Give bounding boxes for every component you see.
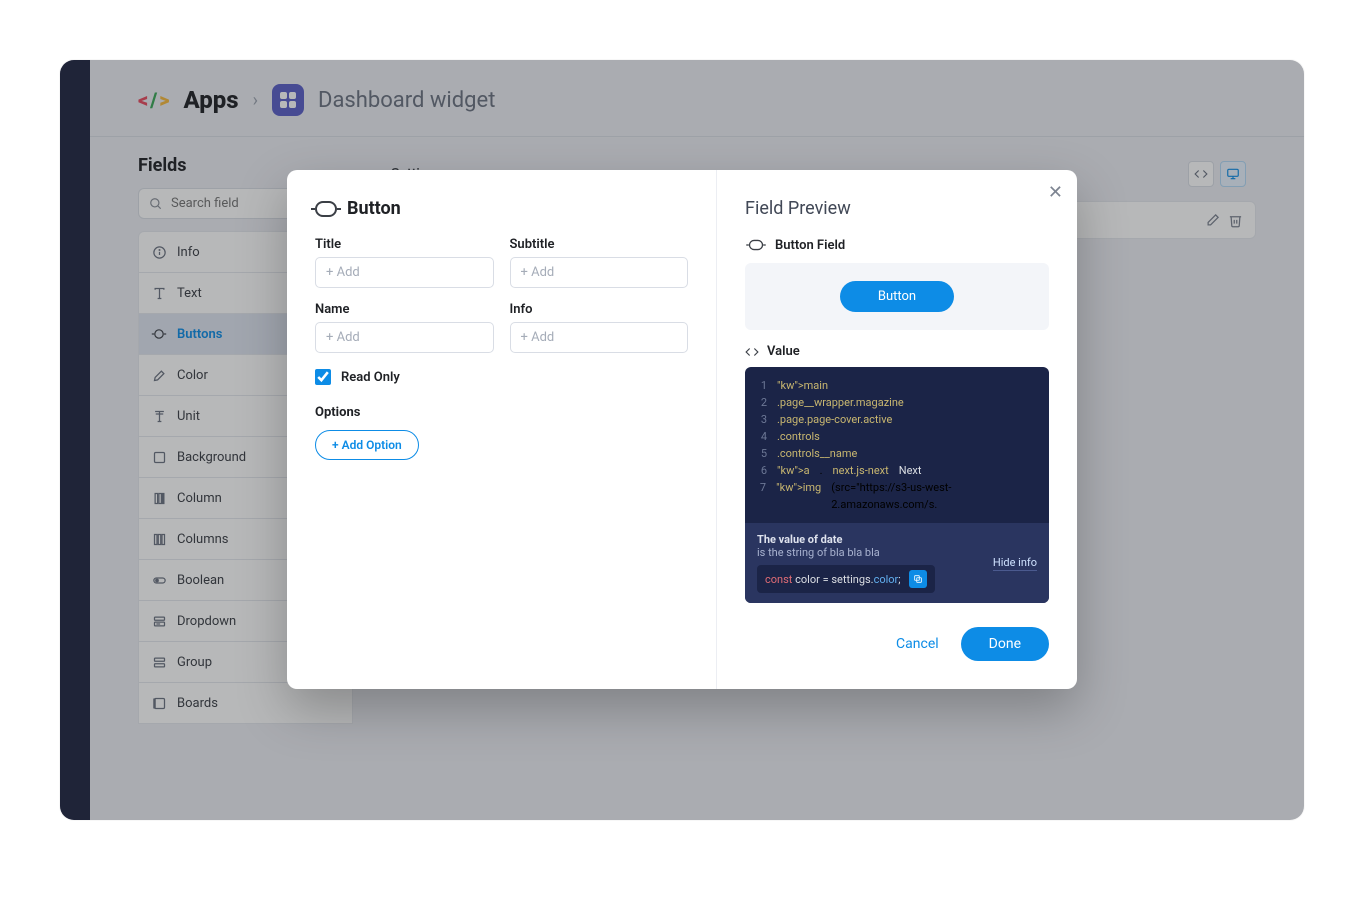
code-foot-title: The value of date [757, 533, 935, 546]
name-input[interactable] [315, 322, 494, 353]
modal-overlay: ✕ Button Title Subtitle Nam [60, 60, 1304, 820]
code-foot-subtitle: is the string of bla bla bla [757, 546, 935, 559]
button-field-icon [315, 201, 337, 217]
add-option-button[interactable]: + Add Option [315, 430, 419, 460]
title-input[interactable] [315, 257, 494, 288]
button-field-icon [749, 240, 763, 250]
subtitle-label: Subtitle [510, 237, 689, 252]
modal-preview-pane: Field Preview Button Field Button Value … [717, 170, 1077, 689]
modal-title: Button [347, 198, 401, 219]
preview-title: Field Preview [745, 198, 1049, 219]
value-label: Value [767, 344, 800, 359]
close-button[interactable]: ✕ [1048, 182, 1063, 203]
modal-form-pane: Button Title Subtitle Name [287, 170, 717, 689]
hide-info-link[interactable]: Hide info [993, 556, 1037, 571]
app-window: </> Apps › Dashboard widget Fields InfoT… [60, 60, 1304, 820]
preview-canvas: Button [745, 263, 1049, 330]
title-label: Title [315, 237, 494, 252]
readonly-checkbox[interactable] [315, 369, 331, 385]
options-heading: Options [315, 405, 688, 420]
copy-icon[interactable] [909, 570, 927, 588]
preview-button[interactable]: Button [840, 281, 954, 312]
info-input[interactable] [510, 322, 689, 353]
field-editor-modal: ✕ Button Title Subtitle Nam [287, 170, 1077, 689]
code-preview: 1"kw">main2.page__wrapper.magazine3.page… [745, 367, 1049, 603]
code-snippet: const color = settings.color; [765, 573, 901, 586]
preview-field-label: Button Field [775, 238, 845, 253]
done-button[interactable]: Done [961, 627, 1049, 661]
name-label: Name [315, 302, 494, 317]
readonly-label: Read Only [341, 370, 400, 385]
info-label: Info [510, 302, 689, 317]
subtitle-input[interactable] [510, 257, 689, 288]
code-icon [745, 345, 759, 359]
cancel-button[interactable]: Cancel [896, 636, 939, 652]
